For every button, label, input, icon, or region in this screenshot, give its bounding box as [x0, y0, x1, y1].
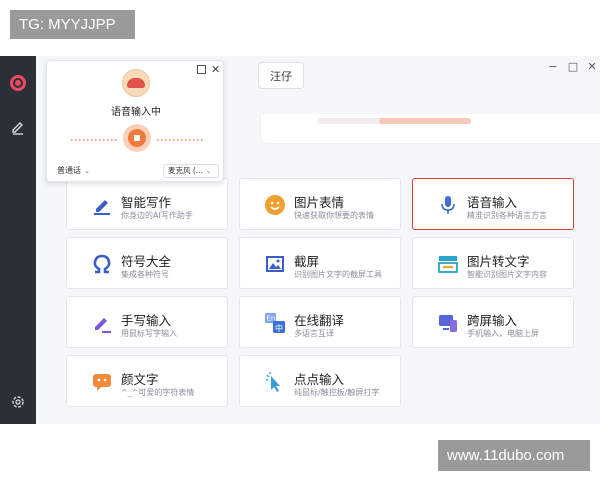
- watermark-tg: TG: MYYJJPP: [10, 10, 135, 39]
- tag-button[interactable]: 汪仔: [258, 62, 304, 89]
- tool-card-title: 颜文字: [121, 372, 159, 387]
- chevron-down-icon: ⌄: [83, 166, 91, 175]
- tool-card[interactable]: 点点输入 纯鼠标/触控板/触屏打字: [239, 355, 401, 407]
- settings-gear-icon[interactable]: [7, 391, 29, 413]
- tool-card-subtitle: 你身边的AI写作助手: [121, 211, 193, 220]
- watermark-site: www.11dubo.com: [438, 440, 590, 471]
- microphone-value: 麦克风 (...: [168, 166, 203, 175]
- tool-card-title: 点点输入: [294, 372, 345, 387]
- voice-input-popup: ✕ 语音输入中 普通话 ⌄ 麦克风 (... ⌄: [46, 60, 224, 182]
- sidebar: [0, 56, 36, 424]
- tool-card-subtitle: 多语言互译: [294, 329, 334, 338]
- tool-card[interactable]: 手写输入 用鼠标写字输入: [66, 296, 228, 348]
- avatar: [122, 69, 150, 97]
- cross-screen-icon: [435, 310, 461, 336]
- language-value: 普通话: [57, 166, 81, 175]
- tool-card-title: 截屏: [294, 254, 320, 269]
- emoticon-icon: [89, 369, 115, 395]
- banner[interactable]: [260, 114, 600, 144]
- tool-card[interactable]: 图片表情 快速获取你想要的表情: [239, 178, 401, 230]
- tool-card[interactable]: 语音输入 精准识别各种语言方言: [412, 178, 574, 230]
- record-stop-button[interactable]: [123, 124, 151, 152]
- omega-icon: [89, 251, 115, 277]
- qr-code-icon[interactable]: [197, 65, 206, 74]
- tool-card-subtitle: 智能识别图片文字内容: [467, 270, 547, 279]
- logo-icon[interactable]: [7, 72, 29, 94]
- tool-card[interactable]: 智能写作 你身边的AI写作助手: [66, 178, 228, 230]
- tool-card-title: 图片表情: [294, 195, 345, 210]
- tool-card-subtitle: 识别图片文字的截屏工具: [294, 270, 382, 279]
- tool-card[interactable]: En 中在线翻译 多语言互译: [239, 296, 401, 348]
- edit-icon[interactable]: [7, 116, 29, 138]
- tool-card-title: 图片转文字: [467, 254, 530, 269]
- tool-card-title: 符号大全: [121, 254, 172, 269]
- tool-card-subtitle: 手机输入，电脑上屏: [467, 329, 539, 338]
- microphone-icon: [435, 192, 461, 218]
- tool-card-title: 手写输入: [121, 313, 172, 328]
- tool-card-title: 语音输入: [467, 195, 518, 210]
- tool-card-subtitle: 用鼠标写字输入: [121, 329, 177, 338]
- cursor-click-icon: [262, 369, 288, 395]
- tool-card[interactable]: 图片转文字 智能识别图片文字内容: [412, 237, 574, 289]
- tool-card-title: 跨屏输入: [467, 313, 518, 328]
- image-text-icon: [435, 251, 461, 277]
- tool-card[interactable]: 跨屏输入 手机输入，电脑上屏: [412, 296, 574, 348]
- tool-card-subtitle: ^_^可爱的字符表情: [121, 388, 195, 397]
- waveform-right: [157, 139, 203, 141]
- tool-card-subtitle: 精准识别各种语言方言: [467, 211, 547, 220]
- translate-icon: En 中: [262, 310, 288, 336]
- tool-card[interactable]: 颜文字 ^_^可爱的字符表情: [66, 355, 228, 407]
- tool-card-title: 智能写作: [121, 195, 172, 210]
- popup-close-button[interactable]: ✕: [211, 63, 220, 76]
- svg-text:中: 中: [275, 323, 283, 333]
- waveform-left: [71, 139, 117, 141]
- tool-card-title: 在线翻译: [294, 313, 345, 328]
- screenshot-icon: [262, 251, 288, 277]
- tool-card-subtitle: 纯鼠标/触控板/触屏打字: [294, 388, 380, 397]
- tool-card-subtitle: 快速获取你想要的表情: [294, 211, 374, 220]
- chevron-down-icon: ⌄: [205, 166, 212, 175]
- tool-card-subtitle: 集成各种符号: [121, 270, 169, 279]
- popup-title: 语音输入中: [111, 107, 161, 118]
- banner-decoration: [379, 118, 471, 124]
- microphone-select[interactable]: 麦克风 (... ⌄: [163, 164, 219, 178]
- tool-card[interactable]: 截屏 识别图片文字的截屏工具: [239, 237, 401, 289]
- pen-icon: [89, 192, 115, 218]
- handwrite-icon: [89, 310, 115, 336]
- smile-icon: [262, 192, 288, 218]
- tool-card[interactable]: 符号大全 集成各种符号: [66, 237, 228, 289]
- language-select[interactable]: 普通话 ⌄: [57, 165, 90, 176]
